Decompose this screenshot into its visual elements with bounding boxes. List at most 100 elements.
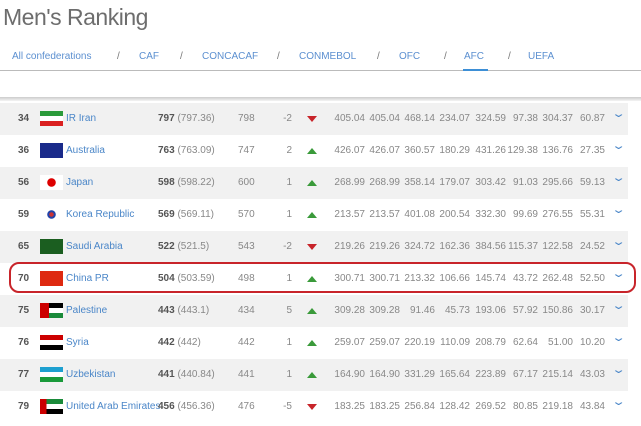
stat-value: 331.29 [404,369,435,380]
chevron-down-icon[interactable]: ⌄ [611,395,626,408]
stat-value: 213.57 [334,209,365,220]
table-row: 36 Australia 763 (763.09) 747 2 426.07 42… [0,135,628,167]
team-link[interactable]: Uzbekistan [66,369,115,380]
previous-points: 476 [238,401,255,412]
stat-value: 110.09 [440,337,470,348]
chevron-down-icon[interactable]: ⌄ [611,107,626,120]
team-link[interactable]: Syria [66,337,89,348]
team-link[interactable]: IR Iran [66,113,96,124]
points-exact: (440.84) [177,369,215,380]
previous-points: 798 [238,113,255,124]
stat-value: 91.46 [409,305,435,316]
stat-value: 268.99 [334,177,365,188]
stat-value: 426.07 [369,145,400,156]
stat-value: 295.66 [542,177,573,188]
stat-value: 122.58 [542,241,573,252]
rank: 75 [18,305,30,316]
stat-value: 164.90 [369,369,400,380]
chevron-down-icon[interactable]: ⌄ [611,331,626,344]
stat-value: 30.17 [579,305,605,316]
rank-change: 1 [286,177,292,188]
team-link[interactable]: Korea Republic [66,209,134,220]
tab-concacaf[interactable]: CONCACAF [202,51,258,62]
stat-value: 219.18 [542,401,573,412]
stat-value: 259.07 [334,337,365,348]
rank: 59 [18,209,30,220]
tab-afc[interactable]: AFC [463,51,488,71]
stat-value: 10.20 [579,337,605,348]
previous-points: 570 [238,209,255,220]
stat-value: 128.42 [439,401,470,412]
flag-icon [40,239,63,254]
stat-value: 80.85 [512,401,538,412]
team-link[interactable]: Japan [66,177,93,188]
tab-caf[interactable]: CAF [139,51,159,62]
stat-value: 220.19 [404,337,435,348]
stat-value: 215.14 [542,369,573,380]
previous-points: 747 [238,145,255,156]
tab-separator: / [444,51,447,62]
stat-value: 431.26 [475,145,506,156]
team-link[interactable]: Australia [66,145,105,156]
stat-value: 304.37 [542,113,573,124]
team-link[interactable]: Saudi Arabia [66,241,123,252]
flag-icon [40,303,63,318]
table-row: 79 United Arab Emirates 456 (456.36) 476… [0,391,628,423]
stat-value: 256.84 [404,401,435,412]
flag-icon [40,335,63,350]
table-row: 59 Korea Republic 569 (569.11) 570 1 213… [0,199,628,231]
stat-value: 45.73 [444,305,470,316]
stat-value: 162.36 [439,241,470,252]
tab-ofc[interactable]: OFC [399,51,420,62]
flag-icon [40,111,63,126]
chevron-down-icon[interactable]: ⌄ [611,139,626,152]
stat-value: 468.14 [404,113,435,124]
stat-value: 165.64 [439,369,470,380]
previous-points: 442 [238,337,255,348]
points-exact: (763.09) [177,145,215,156]
stat-value: 43.03 [579,369,605,380]
stat-value: 150.86 [542,305,573,316]
stat-value: 180.29 [439,145,470,156]
stat-value: 213.57 [369,209,400,220]
stat-value: 332.30 [475,209,506,220]
table-row: 56 Japan 598 (598.22) 600 1 268.99 268.99… [0,167,628,199]
highlight-outline [9,262,636,293]
rank-change: 5 [286,305,292,316]
stat-value: 259.07 [369,337,400,348]
stat-value: 136.76 [542,145,573,156]
flag-icon [40,143,63,158]
chevron-down-icon[interactable]: ⌄ [611,203,626,216]
stat-value: 67.17 [512,369,538,380]
arrow-down-icon [307,244,317,250]
flag-icon [40,399,63,414]
rank-change: 1 [286,337,292,348]
stat-value: 223.89 [475,369,506,380]
page-title: Men's Ranking [3,4,148,30]
points: 443 (443.1) [158,305,209,316]
chevron-down-icon[interactable]: ⌄ [611,171,626,184]
points-exact: (569.11) [177,209,214,220]
stat-value: 183.25 [334,401,365,412]
arrow-up-icon [307,180,317,186]
team-link[interactable]: Palestine [66,305,107,316]
tab-conmebol[interactable]: CONMEBOL [299,51,356,62]
arrow-up-icon [307,212,317,218]
previous-points: 543 [238,241,255,252]
tab-uefa[interactable]: UEFA [528,51,554,62]
chevron-down-icon[interactable]: ⌄ [611,235,626,248]
points-rounded: 443 [158,305,175,316]
chevron-down-icon[interactable]: ⌄ [611,363,626,376]
stat-value: 303.42 [475,177,506,188]
arrow-up-icon [307,340,317,346]
stat-value: 183.25 [369,401,400,412]
stat-value: 208.79 [475,337,506,348]
stat-value: 401.08 [404,209,435,220]
rank: 36 [18,145,30,156]
chevron-down-icon[interactable]: ⌄ [611,299,626,312]
tab-all-confederations[interactable]: All confederations [12,51,92,62]
points-rounded: 763 [158,145,175,156]
tab-separator: / [508,51,511,62]
team-link[interactable]: United Arab Emirates [66,401,161,412]
tab-separator: / [277,51,280,62]
